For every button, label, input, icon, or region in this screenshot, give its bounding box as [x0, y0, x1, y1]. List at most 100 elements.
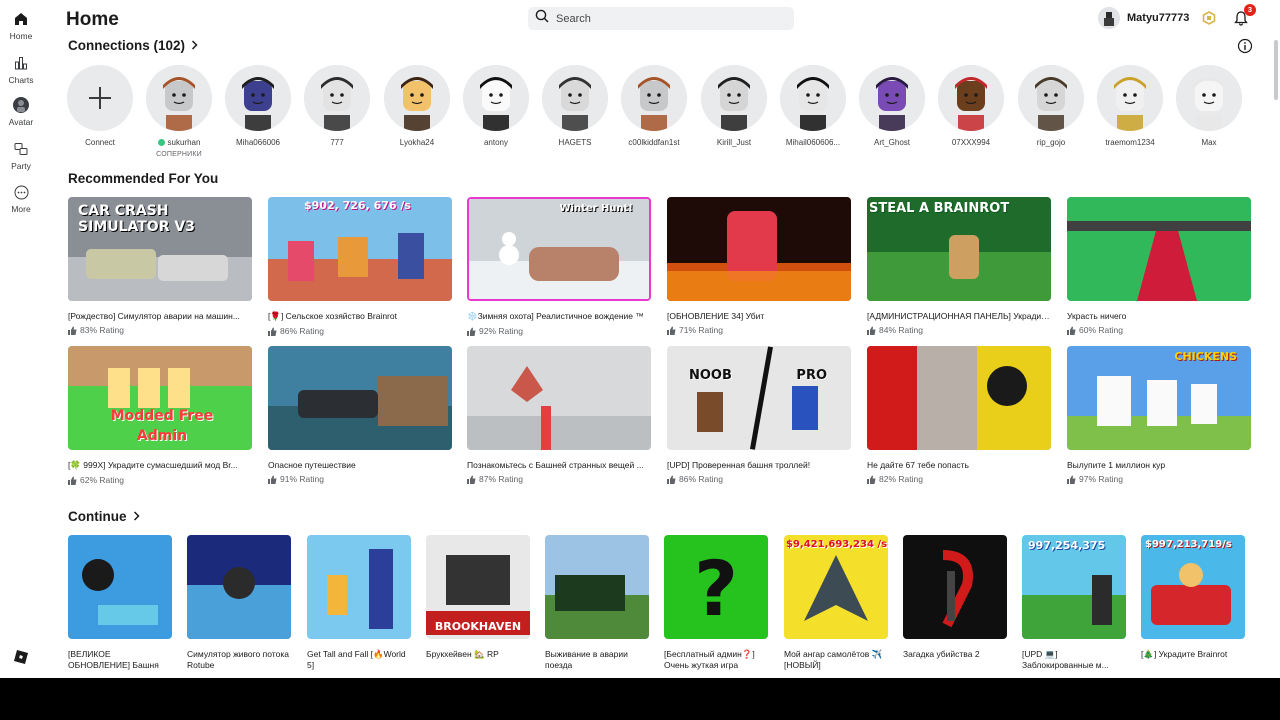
sidebar-item-more[interactable]: More: [0, 184, 42, 214]
game-card[interactable]: $902, 726, 676 /s [🌹] Сельское хозяйство …: [268, 197, 452, 336]
game-rating: 62% Rating: [68, 475, 252, 485]
continue-game-card[interactable]: 997,254,375 [UPD 💻] Заблокированные м...: [1022, 535, 1126, 671]
rating-label: 83% Rating: [80, 325, 124, 335]
sidebar-item-label: Home: [9, 31, 33, 41]
connection-name-label: Mihail060606...: [785, 138, 841, 147]
connection-item[interactable]: 07XXX994: [938, 65, 1004, 147]
game-card[interactable]: CAR CRASH SIMULATOR V3 [Рождество] Симуля…: [68, 197, 252, 335]
recommended-title: Recommended For You: [68, 171, 219, 186]
connection-name-label: 777: [330, 138, 344, 147]
game-thumbnail: [307, 535, 411, 639]
game-thumbnail: CAR CRASH SIMULATOR V3: [68, 197, 252, 301]
continue-game-card[interactable]: Симулятор живого потока Rotube: [187, 535, 291, 671]
connections-title-label: Connections (102): [68, 38, 186, 53]
connection-avatar: [938, 65, 1004, 131]
scrollbar[interactable]: [1274, 40, 1278, 100]
continue-game-card[interactable]: Выживание в аварии поезда: [545, 535, 649, 671]
connections-title[interactable]: Connections (102): [68, 38, 198, 53]
game-title: [🎄] Украдите Brainrot: [1141, 649, 1228, 659]
game-card[interactable]: Не дайте 67 тебе попасть 82% Rating: [867, 346, 1051, 484]
game-card[interactable]: Украсть ничего 60% Rating: [1067, 197, 1251, 335]
game-card[interactable]: Опасное путешествие 91% Rating: [268, 346, 452, 484]
game-title: Мой ангар самолётов ✈️ [НОВЫЙ]: [784, 649, 883, 670]
game-title: Вылупите 1 миллион кур: [1067, 460, 1166, 470]
plus-icon: [89, 87, 111, 109]
thumbnail-text: NOOB PRO: [689, 368, 828, 383]
sidebar-item-home[interactable]: Home: [0, 11, 42, 41]
rating-label: 91% Rating: [280, 474, 324, 484]
continue-game-card[interactable]: $9,421,693,234 /s Мой ангар самолётов ✈️ …: [784, 535, 888, 671]
game-card[interactable]: [ОБНОВЛЕНИЕ 34] Убит 71% Rating: [667, 197, 851, 335]
connection-item[interactable]: Mihail060606...: [780, 65, 846, 147]
game-card[interactable]: CHICKENS Вылупите 1 миллион кур 97% Rating: [1067, 346, 1251, 484]
sidebar-item-label: Party: [11, 161, 31, 171]
game-rating: 84% Rating: [867, 325, 1051, 335]
connect-button[interactable]: Connect: [67, 65, 133, 147]
connection-avatar: [621, 65, 687, 131]
rating-label: 86% Rating: [280, 326, 324, 336]
game-card[interactable]: Познакомьтесь с Башней странных вещей ..…: [467, 346, 651, 484]
connection-avatar: [146, 65, 212, 131]
game-card[interactable]: NOOB PRO [UPD] Проверенная башня троллей!…: [667, 346, 851, 484]
connection-item[interactable]: traemom1234: [1097, 65, 1163, 147]
robux-icon[interactable]: [1202, 11, 1216, 25]
connection-avatar: [463, 65, 529, 131]
game-thumbnail: [903, 535, 1007, 639]
online-status-icon: [157, 139, 165, 146]
connection-avatar: [225, 65, 291, 131]
connection-item[interactable]: antony: [463, 65, 529, 147]
game-card[interactable]: Modded Free Admin [🍀 999X] Украдите сумас…: [68, 346, 252, 485]
game-rating: 92% Rating: [467, 326, 651, 336]
continue-title-label: Continue: [68, 509, 127, 524]
game-title: Get Tall and Fall [🔥World 5]: [307, 649, 406, 670]
game-title: [ОБНОВЛЕНИЕ 34] Убит: [667, 311, 765, 321]
connection-name: HAGETS: [542, 138, 608, 147]
game-card[interactable]: Winter Hunt! ❄️Зимняя охота] Реалистичное…: [467, 197, 651, 336]
connection-item[interactable]: HAGETS: [542, 65, 608, 147]
connection-item[interactable]: 777: [304, 65, 370, 147]
sidebar-item-avatar[interactable]: Avatar: [0, 97, 42, 127]
game-thumbnail: Winter Hunt!: [467, 197, 651, 301]
rating-label: 97% Rating: [1079, 474, 1123, 484]
sidebar-item-charts[interactable]: Charts: [0, 55, 42, 85]
connection-item[interactable]: Max: [1176, 65, 1242, 147]
info-icon[interactable]: [1237, 38, 1253, 54]
connection-name-label: antony: [483, 138, 509, 147]
connection-item[interactable]: Art_Ghost: [859, 65, 925, 147]
thumbnail-text: $997,213,719/s: [1145, 539, 1232, 550]
connection-item[interactable]: sukurhan СОПЕРНИКИ: [146, 65, 212, 158]
continue-game-card[interactable]: $997,213,719/s [🎄] Украдите Brainrot: [1141, 535, 1245, 660]
sidebar-item-party[interactable]: Party: [0, 141, 42, 171]
connection-item[interactable]: Lyokha24: [384, 65, 450, 147]
connection-name: Miha066006: [225, 138, 291, 147]
continue-game-card[interactable]: [ВЕЛИКОЕ ОБНОВЛЕНИЕ] Башня: [68, 535, 172, 671]
connection-item[interactable]: rip_gojo: [1018, 65, 1084, 147]
connection-name: 07XXX994: [938, 138, 1004, 147]
game-rating: 86% Rating: [268, 326, 452, 336]
user-profile-button[interactable]: Matyu77773: [1098, 6, 1189, 30]
continue-game-card[interactable]: ? [Бесплатный админ❓] Очень жуткая игра: [664, 535, 768, 671]
continue-game-card[interactable]: Get Tall and Fall [🔥World 5]: [307, 535, 411, 671]
game-rating: 60% Rating: [1067, 325, 1251, 335]
game-title: Загадка убийства 2: [903, 649, 980, 659]
connection-name: Lyokha24: [384, 138, 450, 147]
game-thumbnail: [667, 197, 851, 301]
connection-name-label: rip_gojo: [1036, 138, 1066, 147]
continue-game-card[interactable]: Загадка убийства 2: [903, 535, 1007, 660]
search-input[interactable]: Search: [528, 7, 794, 30]
connection-item[interactable]: Miha066006: [225, 65, 291, 147]
game-card[interactable]: STEAL A BRAINROT [АДМИНИСТРАЦИОННАЯ ПАНЕЛ…: [867, 197, 1051, 335]
roblox-logo-icon[interactable]: [14, 650, 28, 664]
thumbs-up-icon: [68, 326, 77, 335]
connection-item[interactable]: c00lkiddfan1st: [621, 65, 687, 147]
connection-avatar: [780, 65, 846, 131]
connection-name-label: sukurhan: [167, 138, 201, 147]
game-thumbnail: STEAL A BRAINROT: [867, 197, 1051, 301]
rating-label: 62% Rating: [80, 475, 124, 485]
thumbs-up-icon: [867, 326, 876, 335]
continue-game-card[interactable]: BROOKHAVEN Брукхейвен 🏡 RP: [426, 535, 530, 660]
game-rating: 87% Rating: [467, 474, 651, 484]
rating-label: 84% Rating: [879, 325, 923, 335]
continue-title[interactable]: Continue: [68, 509, 140, 524]
connection-item[interactable]: Kirill_Just: [701, 65, 767, 147]
